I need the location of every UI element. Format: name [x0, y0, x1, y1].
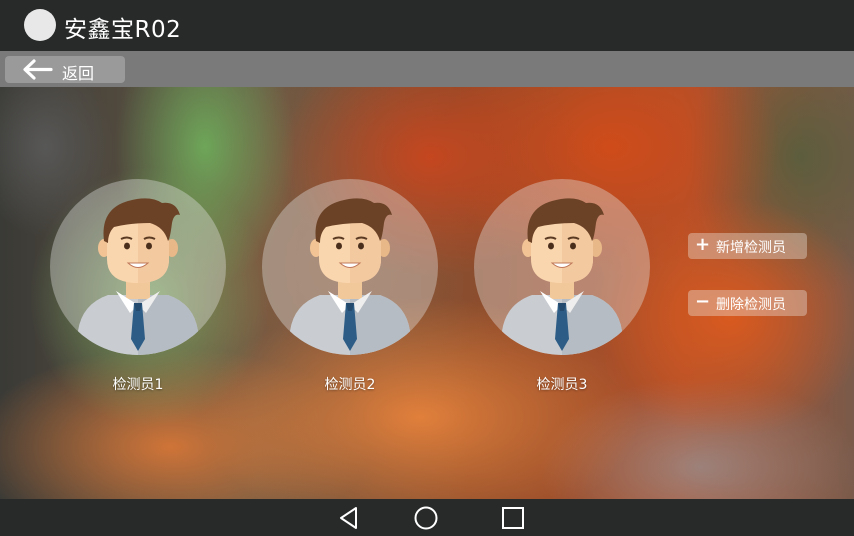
delete-inspector-button[interactable]: − 删除检测员	[688, 290, 807, 316]
inspector-card-3[interactable]: 检测员3	[474, 179, 650, 393]
inspector-card-2[interactable]: 检测员2	[262, 179, 438, 393]
app-screen: 安鑫宝R02 返回 检测员1 检测员2 检测员3 + 新增检测员 − 删除检测员	[0, 0, 854, 536]
minus-icon: −	[695, 291, 711, 312]
add-inspector-label: 新增检测员	[716, 240, 786, 256]
inspector-name: 检测员2	[324, 377, 376, 393]
nav-home-circle-icon[interactable]	[413, 505, 439, 531]
title-bar: 安鑫宝R02	[0, 0, 854, 51]
app-title: 安鑫宝R02	[64, 17, 182, 43]
inspector-panel: 检测员1 检测员2 检测员3 + 新增检测员 − 删除检测员	[0, 87, 854, 499]
inspector-card-1[interactable]: 检测员1	[50, 179, 226, 393]
add-inspector-button[interactable]: + 新增检测员	[688, 233, 807, 259]
back-label: 返回	[62, 64, 95, 83]
arrow-left-icon	[23, 59, 53, 80]
back-button[interactable]: 返回	[5, 56, 125, 83]
navigation-bar	[0, 499, 854, 536]
inspector-name: 检测员3	[536, 377, 588, 393]
delete-inspector-label: 删除检测员	[716, 297, 786, 313]
male-avatar-icon	[262, 179, 438, 355]
nav-recents-square-icon[interactable]	[500, 505, 526, 531]
plus-icon: +	[695, 234, 711, 255]
male-avatar-icon	[474, 179, 650, 355]
circle-logo-icon	[24, 9, 56, 41]
male-avatar-icon	[50, 179, 226, 355]
back-bar: 返回	[0, 51, 854, 87]
inspector-name: 检测员1	[112, 377, 164, 393]
nav-back-triangle-icon[interactable]	[336, 505, 362, 531]
